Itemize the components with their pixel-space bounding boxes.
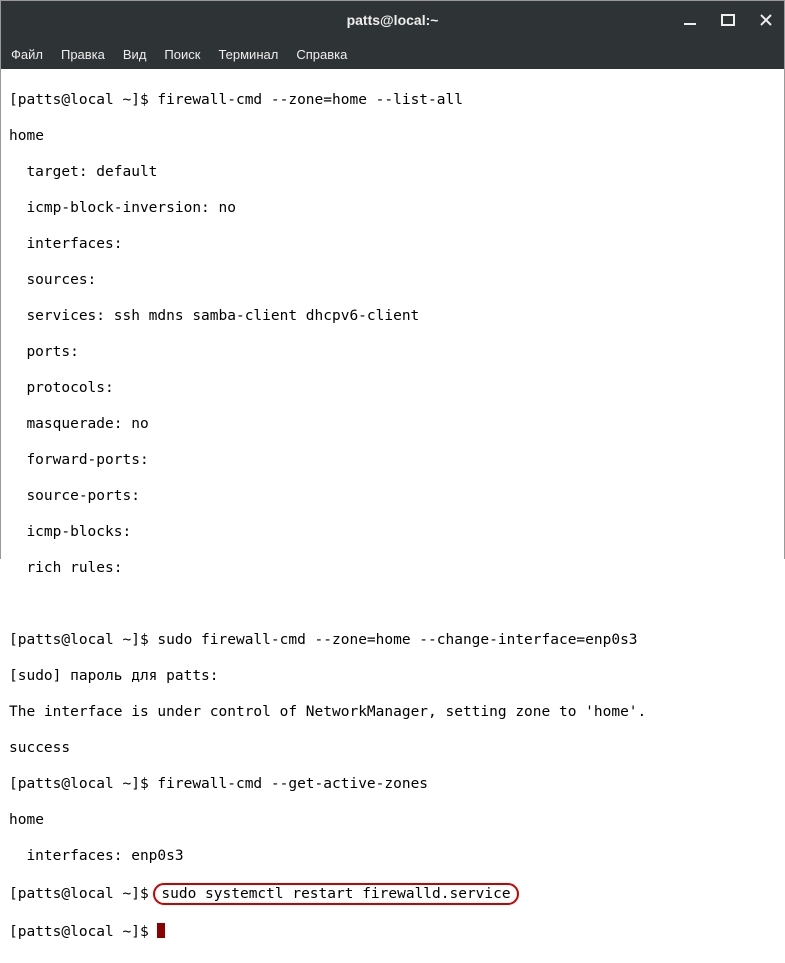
terminal-output: icmp-block-inversion: no (9, 199, 776, 217)
terminal-output: interfaces: enp0s3 (9, 847, 776, 865)
terminal-output: rich rules: (9, 559, 776, 577)
maximize-icon (721, 13, 735, 27)
terminal-line: [patts@local ~]$ (9, 923, 776, 941)
menu-view[interactable]: Вид (123, 47, 147, 62)
terminal-blank (9, 595, 776, 613)
prompt: [patts@local ~]$ (9, 92, 157, 108)
prompt: [patts@local ~]$ (9, 886, 157, 902)
terminal-output: ports: (9, 343, 776, 361)
terminal-line: [patts@local ~]$ firewall-cmd --get-acti… (9, 775, 776, 793)
terminal-area[interactable]: [patts@local ~]$ firewall-cmd --zone=hom… (1, 69, 784, 963)
terminal-line: [patts@local ~]$ sudo firewall-cmd --zon… (9, 631, 776, 649)
terminal-output: success (9, 739, 776, 757)
terminal-output: interfaces: (9, 235, 776, 253)
command: firewall-cmd --zone=home --list-all (157, 92, 463, 108)
menu-edit[interactable]: Правка (61, 47, 105, 62)
terminal-output: masquerade: no (9, 415, 776, 433)
menu-help[interactable]: Справка (296, 47, 347, 62)
terminal-output: home (9, 811, 776, 829)
menu-search[interactable]: Поиск (164, 47, 200, 62)
prompt: [patts@local ~]$ (9, 924, 157, 940)
menu-file[interactable]: Файл (11, 47, 43, 62)
command: sudo firewall-cmd --zone=home --change-i… (157, 632, 637, 648)
terminal-output: [sudo] пароль для patts: (9, 667, 776, 685)
titlebar: patts@local:~ (1, 1, 784, 39)
terminal-output: protocols: (9, 379, 776, 397)
terminal-line: [patts@local ~]$ sudo systemctl restart … (9, 883, 776, 905)
terminal-output: The interface is under control of Networ… (9, 703, 776, 721)
minimize-button[interactable] (680, 10, 700, 30)
prompt: [patts@local ~]$ (9, 632, 157, 648)
minimize-icon (683, 13, 697, 27)
terminal-output: forward-ports: (9, 451, 776, 469)
terminal-output: source-ports: (9, 487, 776, 505)
close-button[interactable] (756, 10, 776, 30)
terminal-output: target: default (9, 163, 776, 181)
command: sudo systemctl restart firewalld.service (161, 886, 510, 902)
terminal-output: services: ssh mdns samba-client dhcpv6-c… (9, 307, 776, 325)
command: firewall-cmd --get-active-zones (157, 776, 428, 792)
window-controls (680, 10, 776, 30)
terminal-output: home (9, 127, 776, 145)
terminal-output: icmp-blocks: (9, 523, 776, 541)
menu-terminal[interactable]: Терминал (218, 47, 278, 62)
window-title: patts@local:~ (347, 12, 439, 28)
close-icon (759, 13, 773, 27)
terminal-output: sources: (9, 271, 776, 289)
highlighted-command: sudo systemctl restart firewalld.service (153, 883, 518, 905)
menubar: Файл Правка Вид Поиск Терминал Справка (1, 39, 784, 69)
terminal-line: [patts@local ~]$ firewall-cmd --zone=hom… (9, 91, 776, 109)
prompt: [patts@local ~]$ (9, 776, 157, 792)
cursor (157, 923, 165, 938)
maximize-button[interactable] (718, 10, 738, 30)
